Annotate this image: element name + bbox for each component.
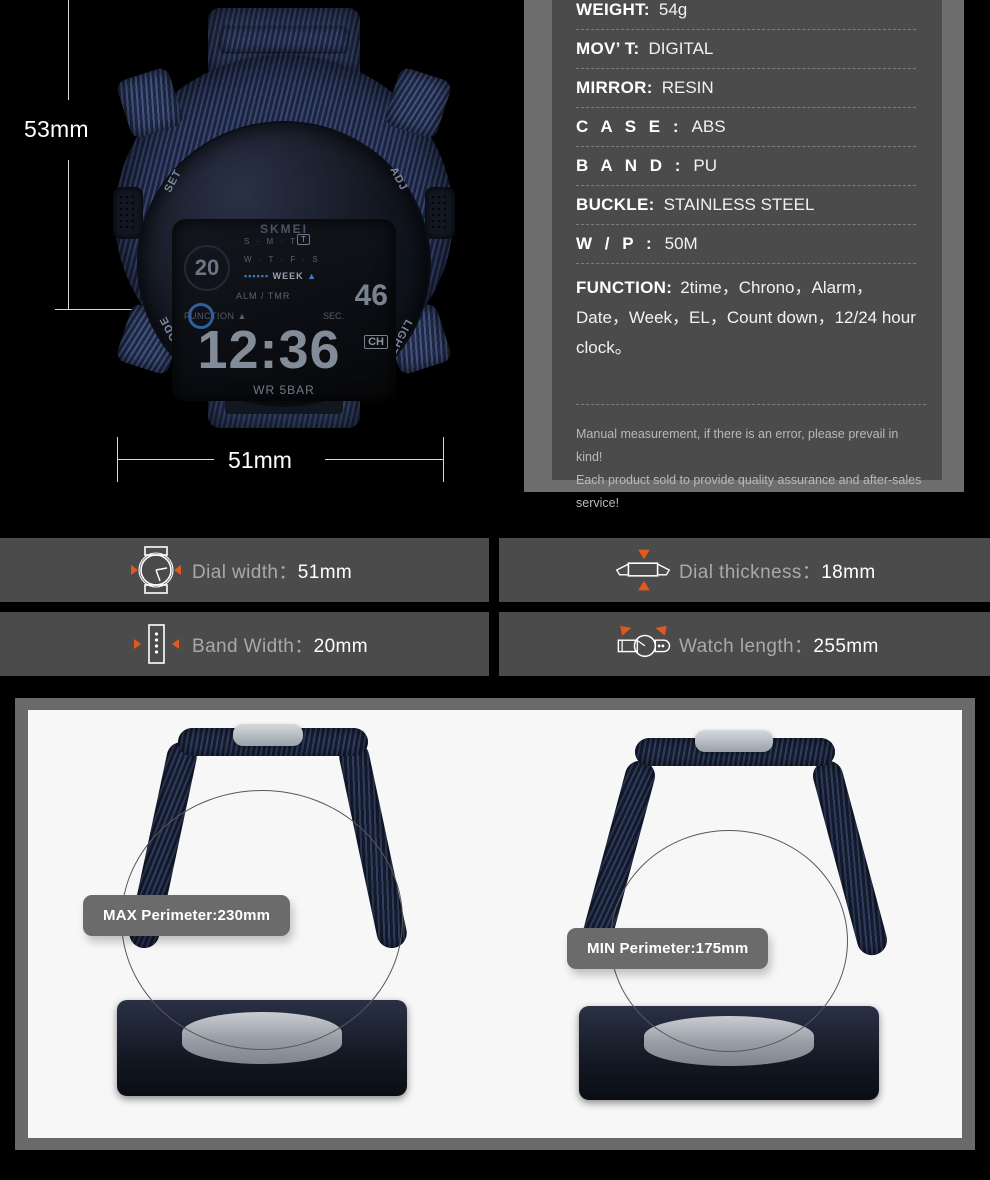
width-dimension-label: 51mm bbox=[0, 447, 520, 474]
band-width-icon bbox=[120, 615, 192, 673]
spec-key: W / P : bbox=[576, 234, 656, 253]
max-perimeter-label: MAX Perimeter:230mm bbox=[83, 895, 291, 936]
width-dimension-value: 51mm bbox=[214, 447, 306, 474]
button-guard-left bbox=[113, 187, 143, 239]
weekday-row-bottom: W · T · F · S bbox=[244, 255, 321, 264]
spec-row: MOV’ T: DIGITAL bbox=[576, 29, 916, 68]
brand-name: SKMEI bbox=[259, 222, 308, 236]
spec-row: BUCKLE: STAINLESS STEEL bbox=[576, 185, 916, 224]
spec-row: C A S E : ABS bbox=[576, 107, 916, 146]
weekday-active-box: T bbox=[297, 234, 310, 245]
perimeter-photo-area: MAX Perimeter:230mm MIN Perimeter:175mm bbox=[28, 710, 962, 1138]
spec-key: MIRROR: bbox=[576, 78, 653, 97]
lcd-display: SKMEI 20 S · M · T T W · T · F · S ▪▪▪▪▪… bbox=[172, 219, 396, 401]
height-dimension-label: 53mm bbox=[24, 116, 89, 142]
measurement-dial-thickness: Dial thickness：18mm bbox=[499, 538, 990, 602]
measurement-value: 18mm bbox=[821, 561, 876, 583]
spec-value: RESIN bbox=[661, 78, 714, 97]
dial-thickness-icon bbox=[607, 541, 679, 599]
measurement-label: Dial width： bbox=[192, 561, 298, 583]
weekday-row-top: S · M · T bbox=[244, 237, 298, 246]
band-keeper bbox=[220, 26, 348, 52]
measurement-watch-length: Watch length：255mm bbox=[499, 612, 990, 676]
measurement-label: Band Width： bbox=[192, 635, 314, 657]
spec-value: PU bbox=[693, 156, 718, 175]
perimeter-min-unit: MIN Perimeter:175mm bbox=[495, 710, 962, 1138]
spec-notes: Manual measurement, if there is an error… bbox=[576, 404, 926, 516]
vertical-guide-bottom bbox=[68, 160, 69, 310]
note-line: Each product sold to provide quality ass… bbox=[576, 473, 922, 511]
week-indicator: ▪▪▪▪▪▪ WEEK ▲ bbox=[244, 271, 318, 281]
seconds-value: 46 bbox=[354, 279, 388, 312]
alarm-timer-label: ALM / TMR bbox=[236, 291, 291, 301]
spec-key: B A N D : bbox=[576, 156, 685, 175]
button-guard-right bbox=[425, 187, 455, 239]
spec-list: WEIGHT: 54g MOV’ T: DIGITAL MIRROR: RESIN C A … bbox=[576, 0, 916, 372]
watch-case: SET ADJ MODE LIGHT SKMEI 20 S · M · T T … bbox=[113, 55, 455, 405]
measurement-grid: Dial width：51mm Dial thickness：18mm Band… bbox=[0, 538, 990, 678]
measurement-text: Band Width：20mm bbox=[192, 631, 368, 658]
bezel-label-adj: ADJ bbox=[387, 165, 410, 193]
measurement-value: 20mm bbox=[313, 635, 369, 657]
spec-key: C A S E : bbox=[576, 117, 683, 136]
spec-row: W / P : 50M bbox=[576, 224, 916, 263]
spec-value: 50M bbox=[664, 234, 698, 253]
case-lug bbox=[383, 66, 453, 140]
measurement-value: 51mm bbox=[297, 561, 353, 583]
watch-length-icon bbox=[607, 615, 679, 673]
buckle bbox=[695, 730, 773, 752]
time-display: 12:36 bbox=[197, 320, 341, 380]
date-indicator: 20 bbox=[184, 245, 230, 291]
min-perimeter-label: MIN Perimeter:175mm bbox=[567, 928, 769, 969]
note-line: Manual measurement, if there is an error… bbox=[576, 427, 899, 465]
spec-panel: WEIGHT: 54g MOV’ T: DIGITAL MIRROR: RESIN C A … bbox=[552, 0, 942, 510]
spec-key: WEIGHT: bbox=[576, 0, 650, 19]
spec-key: BUCKLE: bbox=[576, 195, 655, 214]
measurement-label: Dial thickness： bbox=[679, 561, 822, 583]
buckle bbox=[233, 724, 303, 746]
bezel-label-set: SET bbox=[162, 167, 185, 195]
week-label: WEEK bbox=[272, 271, 304, 281]
watch-illustration: SET ADJ MODE LIGHT SKMEI 20 S · M · T T … bbox=[113, 8, 455, 428]
watch-bezel: SET ADJ MODE LIGHT SKMEI 20 S · M · T T … bbox=[139, 123, 429, 405]
dial-width-icon bbox=[120, 541, 192, 599]
water-resist-label: WR 5BAR bbox=[253, 383, 315, 397]
spec-value: DIGITAL bbox=[648, 39, 714, 58]
top-section: 53mm SET ADJ LIGHT SKMEI 20 S · M · T T … bbox=[0, 0, 990, 520]
measurement-value: 255mm bbox=[813, 635, 879, 657]
ch-indicator: CH bbox=[364, 335, 388, 349]
measurement-text: Watch length：255mm bbox=[679, 631, 879, 658]
measurement-dial-width: Dial width：51mm bbox=[0, 538, 489, 602]
measurement-text: Dial thickness：18mm bbox=[679, 557, 876, 584]
watch-photo-with-dimensions: 53mm SET ADJ LIGHT SKMEI 20 S · M · T T … bbox=[0, 0, 520, 520]
perimeter-max-unit: MAX Perimeter:230mm bbox=[28, 710, 495, 1138]
vertical-guide-top bbox=[68, 0, 69, 100]
spec-row: MIRROR: RESIN bbox=[576, 68, 916, 107]
spec-value: STAINLESS STEEL bbox=[663, 195, 815, 214]
spec-row: B A N D : PU bbox=[576, 146, 916, 185]
case-lug bbox=[115, 66, 185, 140]
measurement-label: Watch length： bbox=[679, 635, 814, 657]
perimeter-panel-frame: MAX Perimeter:230mm MIN Perimeter:175mm bbox=[15, 698, 975, 1150]
spec-value: 54g bbox=[658, 0, 688, 19]
spec-key: FUNCTION: bbox=[576, 278, 673, 297]
measurement-band-width: Band Width：20mm bbox=[0, 612, 489, 676]
spec-row-function: FUNCTION: 2time，Chrono，Alarm，Date，Week，EL… bbox=[576, 263, 916, 372]
spec-value: ABS bbox=[691, 117, 726, 136]
measurement-text: Dial width：51mm bbox=[192, 557, 352, 584]
spec-key: MOV’ T: bbox=[576, 39, 640, 58]
spec-row: WEIGHT: 54g bbox=[576, 0, 916, 29]
